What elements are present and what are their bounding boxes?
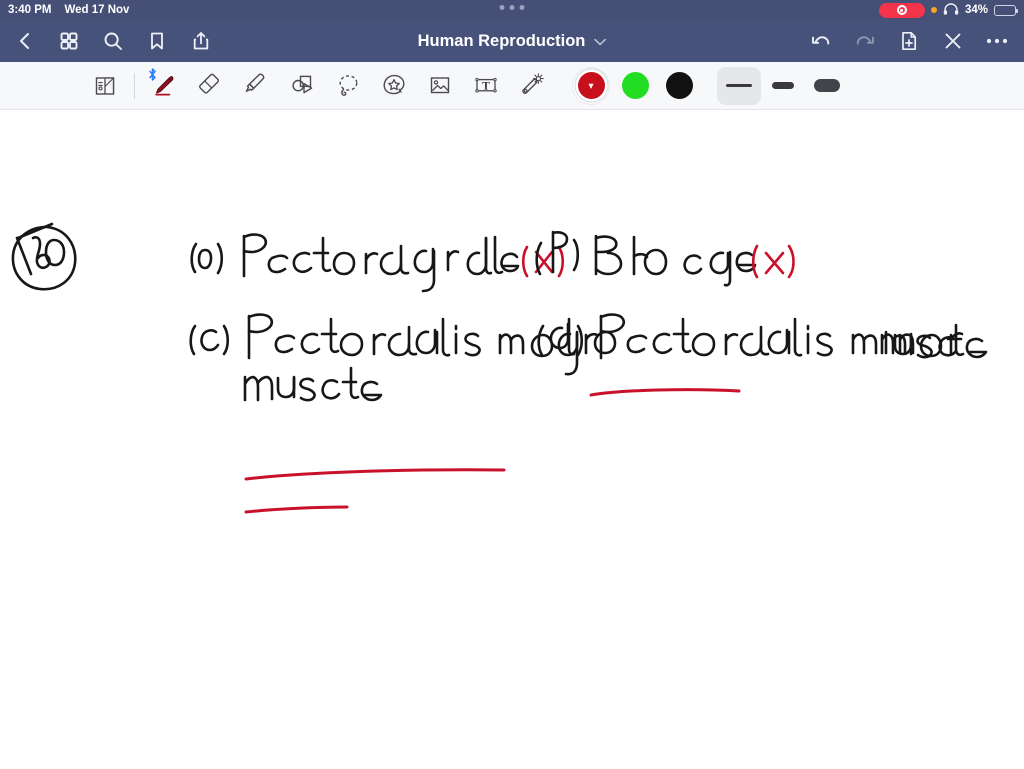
back-button[interactable] [8, 24, 42, 58]
highlighter-tool[interactable] [233, 64, 279, 108]
microphone-in-use-dot-icon [930, 7, 937, 13]
shapes-tool[interactable] [279, 64, 325, 108]
option-c-ink [189, 313, 617, 402]
page-layers-tool[interactable] [82, 64, 128, 108]
headphones-icon [943, 2, 959, 18]
chevron-down-icon [593, 32, 606, 51]
option-b-underline-ink [589, 388, 741, 397]
bluetooth-icon [148, 67, 157, 81]
close-button[interactable] [936, 24, 970, 58]
status-bar: 3:40 PM Wed 17 Nov 34% [0, 0, 1024, 20]
eraser-tool[interactable] [187, 64, 233, 108]
color-swatch-black[interactable] [657, 64, 701, 108]
sticker-tool[interactable] [371, 64, 417, 108]
stroke-width-thick[interactable] [805, 67, 849, 105]
search-button[interactable] [96, 24, 130, 58]
page-number-annotation [11, 222, 77, 291]
stroke-width-group [717, 66, 849, 105]
battery-percent-label: 34% [964, 4, 988, 16]
navigation-bar: Human Reproduction [0, 20, 1024, 62]
status-bar-left: 3:40 PM Wed 17 Nov [8, 4, 129, 16]
nav-right-group [804, 20, 1014, 62]
note-canvas[interactable] [0, 110, 1024, 769]
text-box-tool[interactable]: T [463, 64, 509, 108]
toolbar-divider [134, 72, 135, 99]
page-grid-button[interactable] [52, 24, 86, 58]
option-b-ink [535, 230, 757, 287]
multitasking-handle-icon[interactable] [499, 5, 525, 10]
document-title-button[interactable]: Human Reproduction [418, 20, 607, 62]
ink-layer [11, 222, 988, 514]
option-b-mark-ink [751, 244, 795, 279]
image-tool[interactable] [417, 64, 463, 108]
add-page-button[interactable] [892, 24, 926, 58]
color-palette: ▾ [569, 64, 701, 108]
share-button[interactable] [184, 24, 218, 58]
battery-icon [994, 4, 1018, 16]
page-title: Human Reproduction [417, 31, 586, 50]
nav-left-group [0, 24, 218, 58]
color-swatch-green[interactable] [613, 64, 657, 108]
redo-button[interactable] [848, 24, 882, 58]
color-swatch-red[interactable]: ▾ [569, 64, 613, 108]
option-c-underline-ink [244, 468, 506, 514]
record-indicator-icon[interactable] [878, 2, 925, 18]
status-time: 3:40 PM [8, 4, 52, 16]
lasso-tool[interactable] [325, 64, 371, 108]
tablet-screen: 3:40 PM Wed 17 Nov 34% Human Reproductio… [0, 0, 1024, 769]
option-d-ink [537, 313, 988, 360]
status-date: Wed 17 Nov [64, 4, 130, 16]
status-bar-right: 34% [878, 0, 1018, 20]
magic-wand-tool[interactable] [509, 64, 555, 108]
editor-toolbar: T ▾ [0, 62, 1024, 110]
chevron-down-icon: ▾ [588, 80, 594, 90]
option-a-ink [190, 233, 520, 293]
option-a-mark-ink [521, 245, 565, 278]
pen-tool[interactable] [141, 64, 187, 108]
more-options-button[interactable] [980, 24, 1014, 58]
svg-text:T: T [482, 80, 490, 92]
stroke-width-medium[interactable] [761, 67, 805, 105]
undo-button[interactable] [804, 24, 838, 58]
stroke-width-thin[interactable] [717, 66, 761, 105]
tool-group: T [0, 64, 555, 108]
bookmark-button[interactable] [140, 24, 174, 58]
